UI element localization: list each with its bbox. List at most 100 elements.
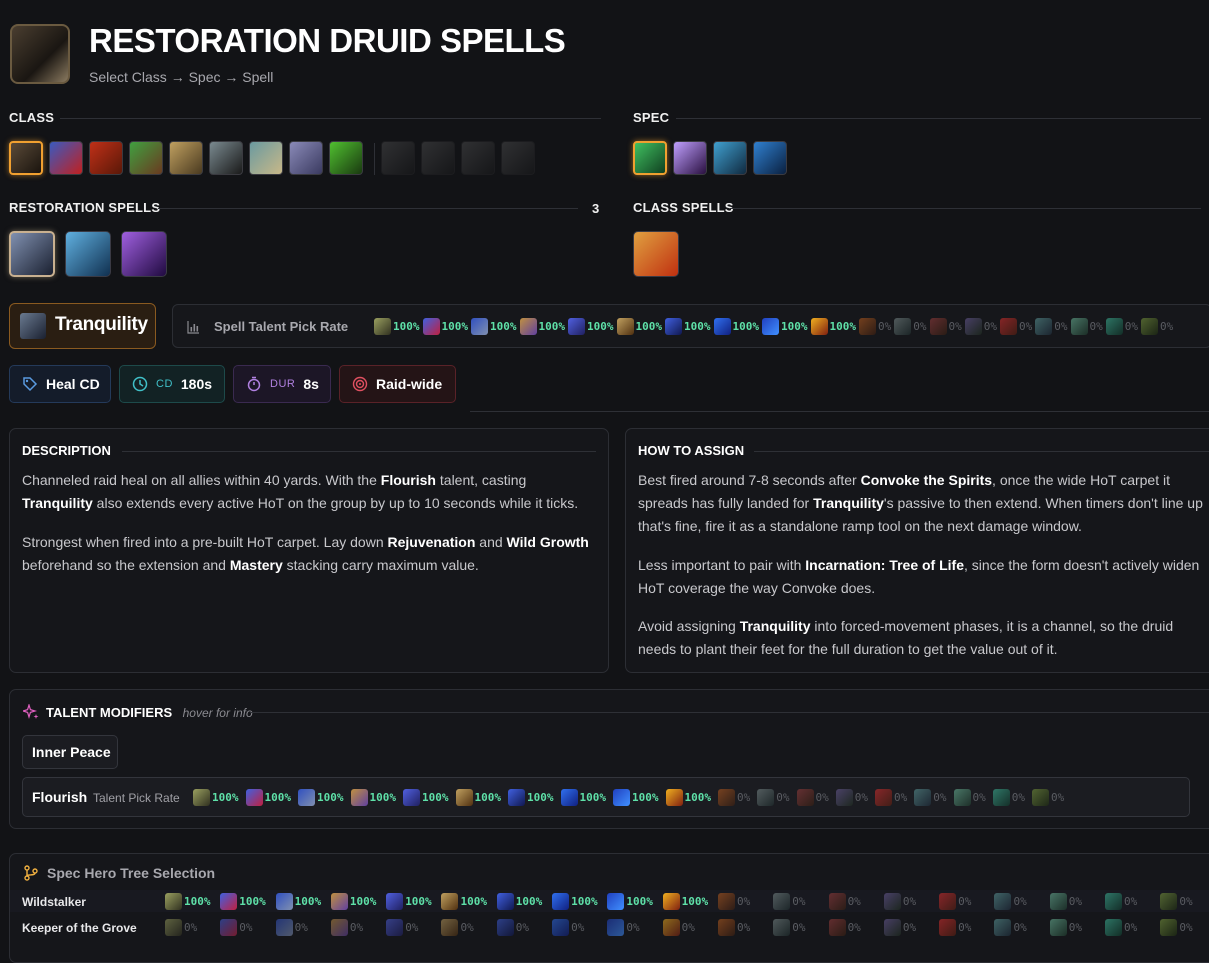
spec-icon xyxy=(994,893,1012,910)
pick-rate-item: 100% xyxy=(275,893,331,910)
spec-icon xyxy=(665,789,683,806)
flourish-spell-icon[interactable] xyxy=(65,231,111,277)
pick-rate-value: 0% xyxy=(515,921,530,934)
hero-row-keeper-of-the-grove: 0% 0% 0% 0% 0% 0% 0% 0% 0% 0% 0% 0% 0% 0% 0% 0% 0% 0% 0% xyxy=(165,919,1209,936)
pick-rate-item: 0% xyxy=(757,789,790,806)
hero-tree-panel: Spec Hero Tree Selection Wildstalker 100… xyxy=(9,853,1209,963)
pick-rate-value: 0% xyxy=(184,921,198,934)
pick-rate-value: 100% xyxy=(632,791,659,804)
pick-rate-item: 100% xyxy=(330,893,386,910)
description-paragraph-1: Channeled raid heal on all allies within… xyxy=(22,472,579,511)
pick-rate-item: 100% xyxy=(713,318,759,335)
feral-spec-icon[interactable] xyxy=(713,141,747,175)
duration-badge: DUR 8s xyxy=(233,365,331,403)
pick-rate-value: 100% xyxy=(681,895,709,908)
spec-icon xyxy=(828,919,846,936)
spell-pick-rate-bar: Spell Talent Pick Rate 100% 100% 100% 100% 1… xyxy=(172,304,1209,348)
pick-rate-value: 0% xyxy=(736,895,751,908)
pick-rate-item: 0% xyxy=(914,789,947,806)
pick-rate-value: 100% xyxy=(239,895,266,908)
demon-hunter-class-icon[interactable] xyxy=(89,141,123,175)
heal-cd-badge: Heal CD xyxy=(9,365,111,403)
spec-divider xyxy=(676,118,1201,119)
pick-rate-item: 100% xyxy=(568,318,614,335)
flourish-label: Flourish xyxy=(32,789,88,805)
restoration-spec-icon[interactable] xyxy=(633,141,667,175)
pick-rate-value: 100% xyxy=(684,791,712,804)
pick-rate-item: 0% xyxy=(992,789,1025,806)
tranquility-spell-icon[interactable] xyxy=(9,231,55,277)
spec-icon xyxy=(939,919,957,936)
pick-rate-value: 100% xyxy=(571,895,598,908)
pick-rate-value: 100% xyxy=(405,895,432,908)
spec-spells-label: RESTORATION SPELLS xyxy=(9,200,161,215)
talent-modifiers-hint: hover for info xyxy=(182,706,253,720)
pick-rate-value: 0% xyxy=(815,791,829,804)
pick-rate-value: 100% xyxy=(781,320,808,333)
warlock-class-icon[interactable] xyxy=(501,141,535,175)
rogue-class-icon[interactable] xyxy=(209,141,243,175)
stampeding-roar-spell-icon[interactable] xyxy=(633,231,679,277)
selected-spell-name: Tranquility xyxy=(55,314,148,335)
spec-icon xyxy=(717,919,735,936)
pick-rate-item: 0% xyxy=(994,893,1049,910)
warrior-class-icon[interactable] xyxy=(249,141,283,175)
pick-rate-value: 0% xyxy=(1124,320,1138,333)
evoker-class-icon[interactable] xyxy=(49,141,83,175)
shaman-class-icon[interactable] xyxy=(421,141,455,175)
pick-rate-value: 0% xyxy=(460,921,474,934)
spec-icon xyxy=(875,789,892,806)
pick-rate-value: 0% xyxy=(1179,921,1193,934)
pick-rate-value: 0% xyxy=(958,895,972,908)
badge-divider xyxy=(470,411,1209,412)
pick-rate-value: 0% xyxy=(1089,320,1103,333)
spec-icon xyxy=(773,919,791,936)
pick-rate-value: 100% xyxy=(515,895,543,908)
pick-rate-item: 0% xyxy=(330,919,386,936)
balance-spec-icon[interactable] xyxy=(673,141,707,175)
pick-rate-item: 0% xyxy=(1032,789,1064,806)
spec-icon xyxy=(1105,893,1123,910)
pick-rate-value: 100% xyxy=(212,791,239,804)
druid-class-icon[interactable] xyxy=(9,141,43,175)
monk-class-icon[interactable] xyxy=(329,141,363,175)
talent-modifiers-title: TALENT MODIFIERS xyxy=(46,705,173,720)
pick-rate-item: 0% xyxy=(220,919,275,936)
class-spells-divider xyxy=(730,208,1201,209)
spec-icon xyxy=(560,789,578,806)
pick-rate-item: 100% xyxy=(441,893,496,910)
death-knight-class-icon[interactable] xyxy=(461,141,495,175)
pick-rate-item: 0% xyxy=(828,893,884,910)
heal-cd-text: Heal CD xyxy=(46,376,100,392)
spec-icon xyxy=(757,789,775,806)
how-to-paragraph-2: Less important to pair with Incarnation:… xyxy=(638,557,1200,596)
spell-pick-rate-list: 100% 100% 100% 100% 100% 100% 100% 100% 100% 100%… xyxy=(374,318,1173,335)
spec-icon xyxy=(193,789,210,806)
pick-rate-value: 100% xyxy=(422,791,449,804)
guardian-spec-icon[interactable] xyxy=(753,141,787,175)
inner-peace-tag[interactable]: Inner Peace xyxy=(22,735,118,769)
pick-rate-value: 100% xyxy=(527,791,554,804)
pick-rate-item: 100% xyxy=(455,789,501,806)
description-paragraph-2: Strongest when fired into a pre-built Ho… xyxy=(22,534,589,573)
spec-icon xyxy=(939,893,957,910)
pick-rate-value: 100% xyxy=(626,895,653,908)
incarnation-spell-icon[interactable] xyxy=(121,231,167,277)
spec-icon xyxy=(552,893,570,910)
mage-class-icon[interactable] xyxy=(289,141,323,175)
git-branch-icon xyxy=(24,865,38,881)
flourish-modifier-row[interactable]: Flourish Talent Pick Rate 100% 100% 100% 10… xyxy=(22,777,1190,817)
pick-rate-value: 0% xyxy=(1011,791,1025,804)
spec-icon xyxy=(773,893,791,910)
pick-rate-item: 0% xyxy=(165,919,220,936)
spec-icon xyxy=(403,789,420,806)
priest-class-icon[interactable] xyxy=(381,141,415,175)
paladin-class-icon[interactable] xyxy=(169,141,203,175)
spec-icon xyxy=(1035,318,1053,335)
clock-icon xyxy=(132,376,148,392)
pick-rate-value: 0% xyxy=(948,320,962,333)
pick-rate-value: 0% xyxy=(571,921,585,934)
spec-icon xyxy=(1160,919,1178,936)
spec-icon xyxy=(883,893,901,910)
hunter-class-icon[interactable] xyxy=(129,141,163,175)
